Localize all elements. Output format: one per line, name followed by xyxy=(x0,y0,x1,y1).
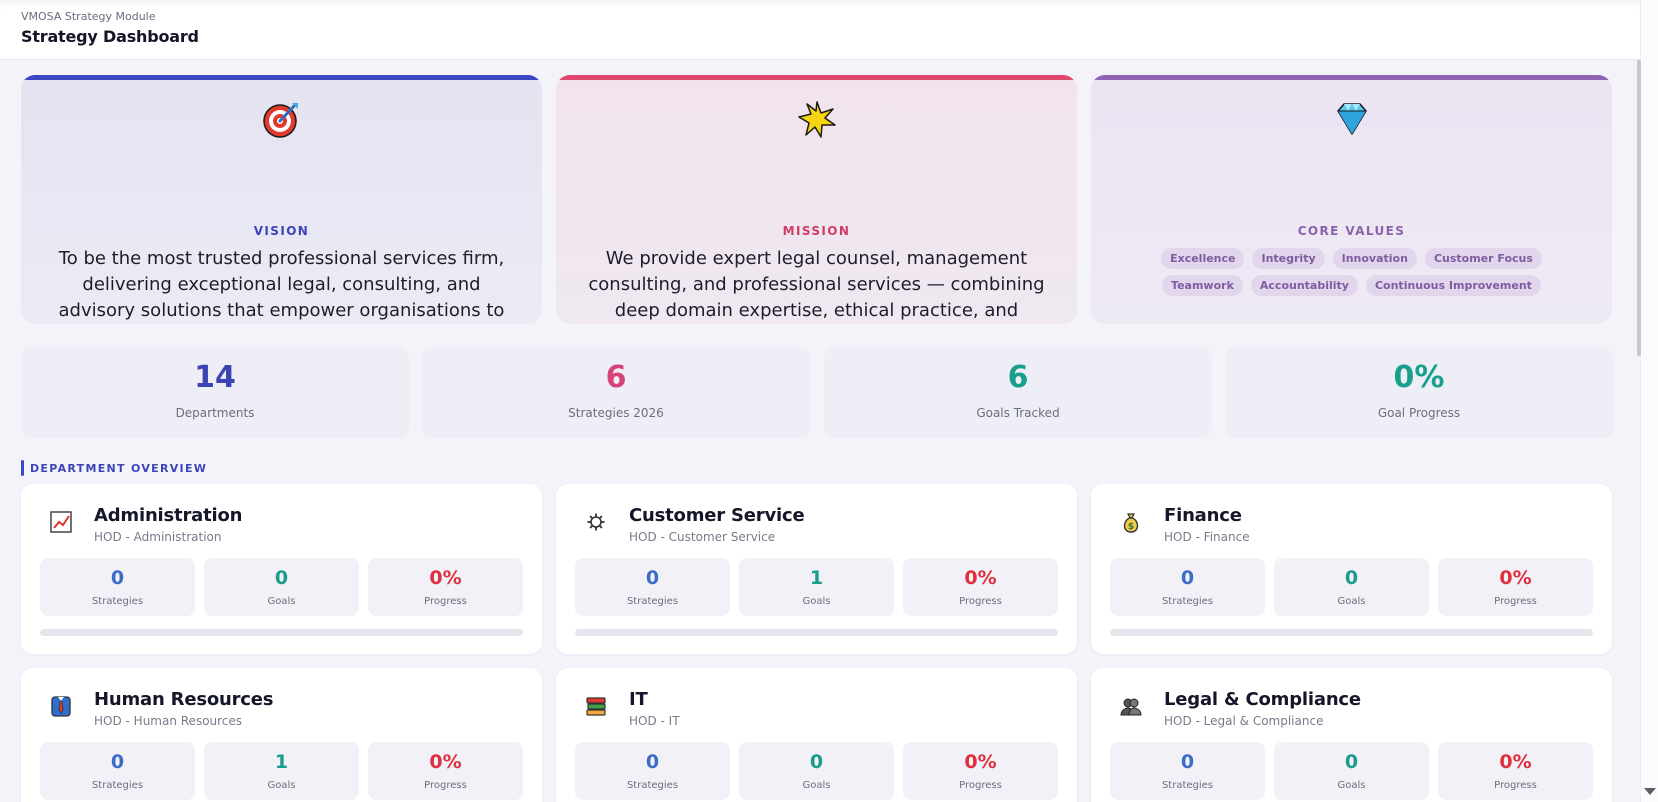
progress-bar xyxy=(40,629,523,636)
progress-metric: 0% Progress xyxy=(903,558,1058,616)
strategies-metric: 0 Strategies xyxy=(1110,742,1265,800)
progress-metric: 0% Progress xyxy=(903,742,1058,800)
value-chip: Integrity xyxy=(1252,248,1325,269)
scrollbar-track[interactable] xyxy=(1640,0,1658,802)
strategies-metric: 0 Strategies xyxy=(1110,558,1265,616)
core-values-accent-bar xyxy=(1091,75,1612,80)
stat-label: Goal Progress xyxy=(1377,406,1461,420)
stat-goal-progress: 0% Goal Progress xyxy=(1225,347,1613,438)
department-card-human-resources[interactable]: Human Resources HOD - Human Resources 0S… xyxy=(21,668,542,802)
vision-label: VISION xyxy=(253,224,310,238)
department-name: Finance xyxy=(1164,505,1242,526)
stat-label: Departments xyxy=(175,406,255,420)
section-title: DEPARTMENT OVERVIEW xyxy=(21,460,207,476)
goals-metric: 1 Goals xyxy=(739,558,894,616)
module-name: VMOSA Strategy Module xyxy=(21,10,156,23)
star-burst-icon xyxy=(797,101,836,138)
department-card-finance[interactable]: $ Finance HOD - Finance 0 Strategies 0 Goa… xyxy=(1091,484,1612,654)
goals-metric: 0 Goals xyxy=(739,742,894,800)
department-hod: HOD - Legal & Compliance xyxy=(1164,714,1324,728)
department-hod: HOD - Human Resources xyxy=(94,714,243,728)
strategies-metric: 0 Strategies xyxy=(40,742,195,800)
department-name: IT xyxy=(629,689,648,710)
mission-card: MISSION We provide expert legal counsel,… xyxy=(556,75,1077,324)
value-chip: Accountability xyxy=(1250,275,1358,296)
section-accent xyxy=(21,460,24,476)
vision-accent-bar xyxy=(21,75,542,80)
person-tie-icon xyxy=(51,696,71,717)
goals-metric: 1 Goals xyxy=(204,742,359,800)
stat-label: Goals Tracked xyxy=(976,406,1060,420)
progress-bar xyxy=(575,629,1058,636)
stat-value: 14 xyxy=(194,360,236,395)
target-icon xyxy=(262,103,298,138)
department-card-customer-service[interactable]: Customer Service HOD - Customer Service … xyxy=(556,484,1077,654)
value-chip: Excellence xyxy=(1161,248,1245,269)
department-name: Administration xyxy=(94,505,243,526)
scroll-down-arrow-icon[interactable] xyxy=(1644,788,1656,795)
department-name: Customer Service xyxy=(629,505,805,526)
stat-label: Strategies 2026 xyxy=(568,406,664,420)
page-title: Strategy Dashboard xyxy=(21,27,199,46)
department-card-it[interactable]: IT HOD - IT 0 Strategies 0 Goals 0% Progres… xyxy=(556,668,1077,802)
mission-text: We provide expert legal counsel, managem… xyxy=(588,248,1045,321)
stat-strategies: 6 Strategies 2026 xyxy=(422,347,810,438)
progress-metric: 0% Progress xyxy=(1438,558,1593,616)
value-chip: Customer Focus xyxy=(1424,248,1542,269)
goals-metric: 0 Goals xyxy=(204,558,359,616)
mission-accent-bar xyxy=(556,75,1077,80)
stat-value: 6 xyxy=(1007,360,1029,395)
core-values-card: CORE VALUES Excellence Integrity Innovat… xyxy=(1091,75,1612,324)
vision-text: To be the most trusted professional serv… xyxy=(58,248,505,321)
department-hod: HOD - Customer Service xyxy=(629,530,776,544)
department-card-administration[interactable]: Administration HOD - Administration 0 Str… xyxy=(21,484,542,654)
strategies-metric: 0 Strategies xyxy=(575,742,730,800)
progress-metric: 0% Progress xyxy=(368,558,523,616)
department-name: Legal & Compliance xyxy=(1164,689,1361,710)
progress-metric: 0% Progress xyxy=(368,742,523,800)
goals-metric: 0 Goals xyxy=(1274,558,1429,616)
scrollbar-thumb[interactable] xyxy=(1637,60,1641,356)
value-chip: Teamwork xyxy=(1162,275,1243,296)
stat-departments: 14 Departments xyxy=(21,347,409,438)
department-card-legal-compliance[interactable]: Legal & Compliance HOD - Legal & Complia… xyxy=(1091,668,1612,802)
progress-metric: 0% Progress xyxy=(1438,742,1593,800)
people-silhouette-icon xyxy=(1120,698,1142,716)
page-header: VMOSA Strategy Module Strategy Dashboard xyxy=(0,0,1640,60)
stat-value: 0% xyxy=(1393,360,1445,395)
core-values-list: Excellence Integrity Innovation Customer… xyxy=(1131,248,1572,296)
department-hod: HOD - IT xyxy=(629,714,680,728)
department-hod: HOD - Finance xyxy=(1164,530,1250,544)
vision-card: VISION To be the most trusted profession… xyxy=(21,75,542,324)
goals-metric: 0 Goals xyxy=(1274,742,1429,800)
chart-increasing-icon xyxy=(50,511,72,533)
strategies-metric: 0 Strategies xyxy=(40,558,195,616)
value-chip: Innovation xyxy=(1332,248,1417,269)
strategies-metric: 0 Strategies xyxy=(575,558,730,616)
stat-goals-tracked: 6 Goals Tracked xyxy=(824,347,1212,438)
stat-value: 6 xyxy=(605,360,627,395)
department-hod: HOD - Administration xyxy=(94,530,222,544)
core-values-label: CORE VALUES xyxy=(1297,224,1406,238)
svg-text:$: $ xyxy=(1128,522,1134,532)
department-name: Human Resources xyxy=(94,689,274,710)
progress-bar xyxy=(1110,629,1593,636)
books-stack-icon xyxy=(586,697,606,716)
mission-label: MISSION xyxy=(782,224,851,238)
gear-icon xyxy=(587,513,605,531)
diamond-icon xyxy=(1336,103,1367,135)
money-bag-icon: $ xyxy=(1123,513,1139,533)
value-chip: Continuous Improvement xyxy=(1365,275,1541,296)
